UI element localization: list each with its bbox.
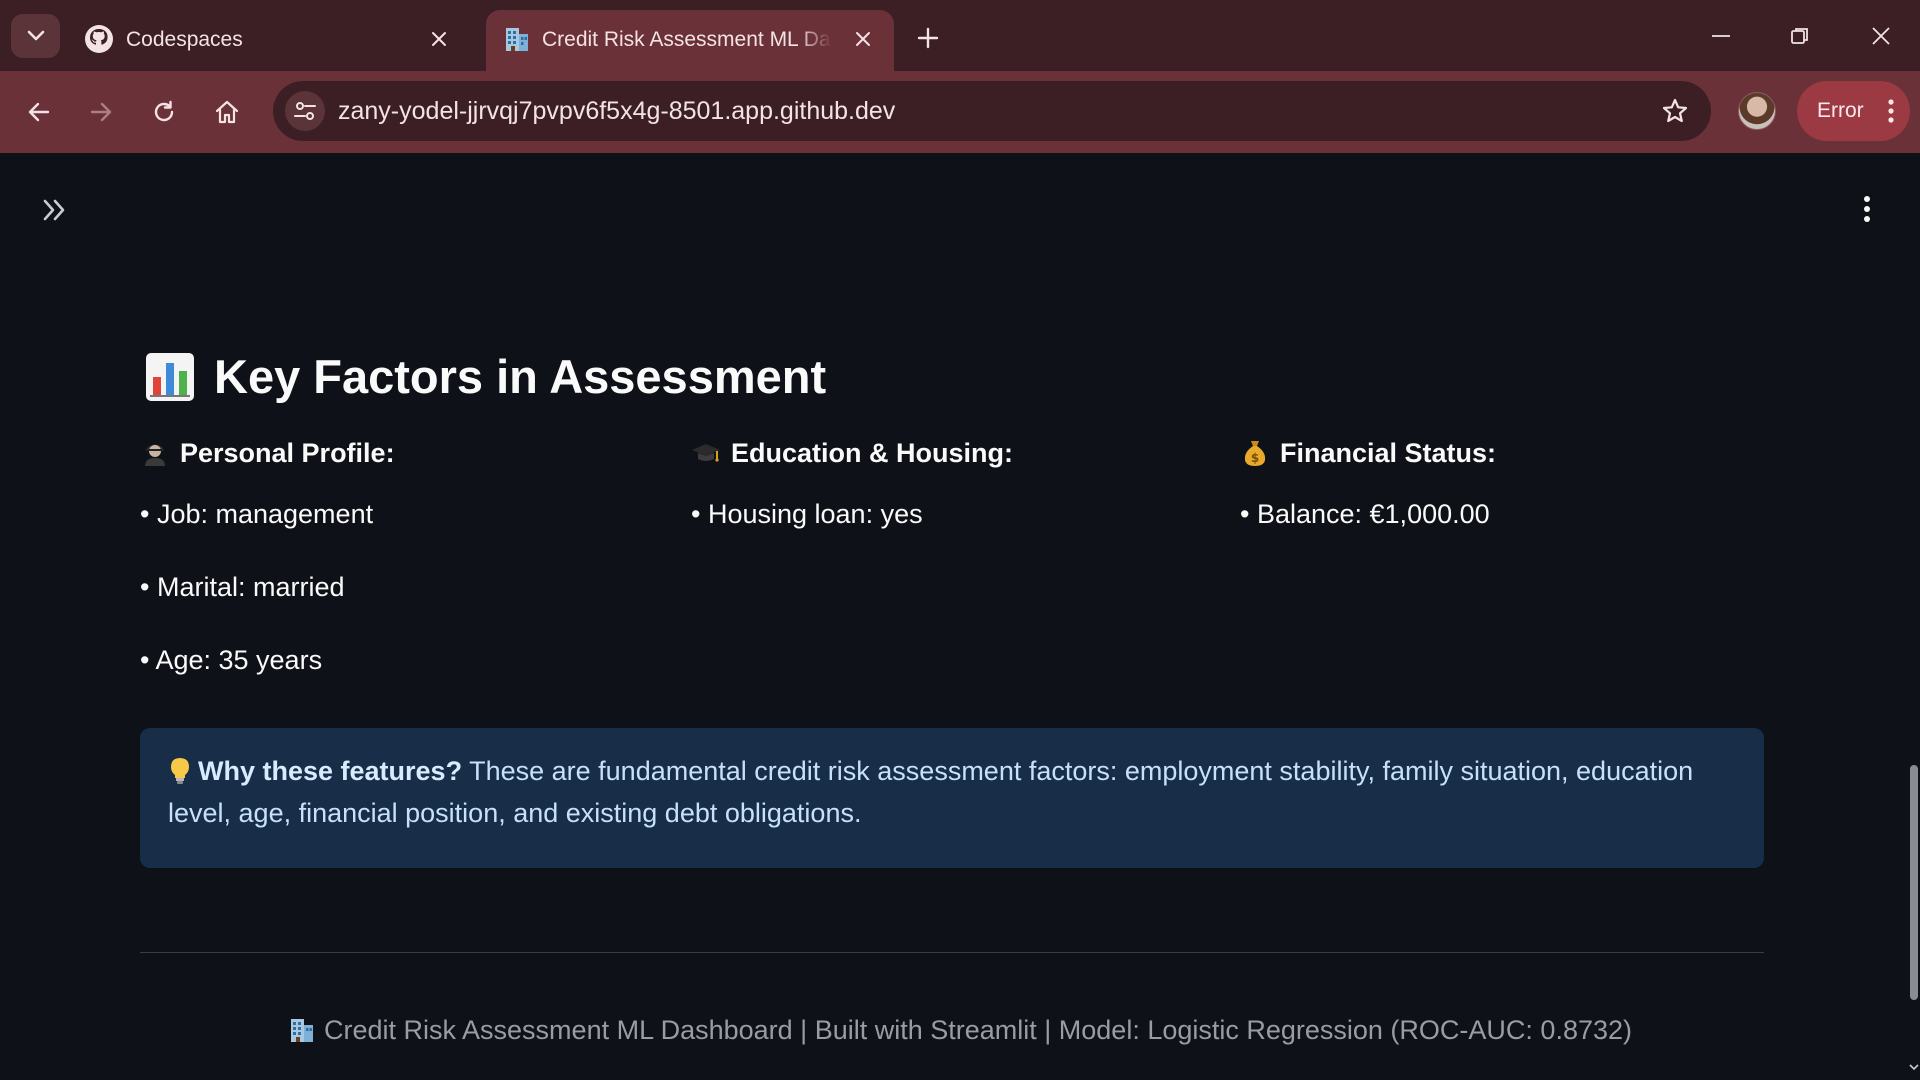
close-icon[interactable] xyxy=(426,26,452,52)
section-title-text: Key Factors in Assessment xyxy=(214,350,827,403)
footer: Credit Risk Assessment ML Dashboard | Bu… xyxy=(0,1015,1920,1046)
chevron-down-icon xyxy=(27,30,44,41)
factor-job: • Job: management xyxy=(140,499,374,529)
arrow-right-icon xyxy=(90,102,112,122)
scroll-down-icon[interactable] xyxy=(1909,1062,1919,1072)
sidebar-expand-button[interactable] xyxy=(36,191,74,229)
close-icon[interactable] xyxy=(850,26,876,52)
address-bar[interactable]: zany-yodel-jjrvqj7pvpv6f5x4g-8501.app.gi… xyxy=(273,81,1711,141)
app-main-menu-button[interactable] xyxy=(1850,189,1884,229)
column-financial-status: $ Financial Status: • Balance: €1,000.00 xyxy=(1240,433,1760,530)
column-heading-text: Personal Profile: xyxy=(180,437,395,468)
factor-marital: • Marital: married xyxy=(140,572,345,602)
more-vertical-icon xyxy=(1864,196,1870,222)
factor-balance: • Balance: €1,000.00 xyxy=(1240,499,1490,529)
money-bag-icon: $ xyxy=(1240,438,1270,468)
profile-avatar[interactable] xyxy=(1738,92,1776,130)
scrollbar-thumb[interactable] xyxy=(1910,765,1918,1000)
tab-codespaces[interactable]: Codespaces xyxy=(70,10,470,71)
close-window-button[interactable] xyxy=(1861,18,1901,54)
bar-chart-icon xyxy=(146,352,194,401)
home-button[interactable] xyxy=(206,91,248,133)
factor-housing-loan: • Housing loan: yes xyxy=(691,499,923,529)
tab-search-button[interactable] xyxy=(11,14,60,58)
column-education-housing: Education & Housing: • Housing loan: yes xyxy=(691,433,1211,530)
close-icon xyxy=(1872,27,1890,45)
lightbulb-icon xyxy=(171,758,189,784)
minimize-button[interactable] xyxy=(1701,18,1741,54)
column-heading-text: Education & Housing: xyxy=(731,437,1013,468)
column-heading-text: Financial Status: xyxy=(1280,437,1497,468)
url-text: zany-yodel-jjrvqj7pvpv6f5x4g-8501.app.gi… xyxy=(338,97,896,125)
app-main: Key Factors in Assessment Personal Profi… xyxy=(0,153,1920,1080)
info-callout-bold: Why these features? xyxy=(198,756,463,786)
graduation-cap-icon xyxy=(691,438,721,468)
new-tab-button[interactable] xyxy=(912,22,944,54)
reload-button[interactable] xyxy=(143,91,185,133)
error-label: Error xyxy=(1817,99,1864,122)
forward-button[interactable] xyxy=(80,91,122,133)
tab-credit-risk-dashboard[interactable]: Credit Risk Assessment ML Dashboard xyxy=(486,10,894,71)
divider xyxy=(140,952,1764,953)
person-icon xyxy=(140,438,170,468)
browser-toolbar: zany-yodel-jjrvqj7pvpv6f5x4g-8501.app.gi… xyxy=(0,71,1920,153)
restore-button[interactable] xyxy=(1780,18,1820,54)
factor-age: • Age: 35 years xyxy=(140,645,323,675)
arrow-left-icon xyxy=(28,102,50,122)
column-personal-profile: Personal Profile: • Job: management • Ma… xyxy=(140,433,660,676)
more-vertical-icon xyxy=(1886,97,1896,125)
reload-icon xyxy=(154,100,174,122)
site-info-button[interactable] xyxy=(285,91,325,131)
tab-title: Credit Risk Assessment ML Dashboard xyxy=(542,28,832,51)
github-icon xyxy=(84,24,114,54)
bookmark-button[interactable] xyxy=(1659,95,1691,127)
browser-tab-strip: Codespaces Credit Risk Assessment ML Das… xyxy=(0,0,1920,71)
office-building-icon xyxy=(502,24,532,54)
section-title: Key Factors in Assessment xyxy=(144,349,826,404)
restore-icon xyxy=(1791,28,1808,44)
svg-text:$: $ xyxy=(1251,451,1259,465)
double-chevron-right-icon xyxy=(43,199,65,221)
column-heading: Education & Housing: xyxy=(691,433,1211,473)
tab-title: Codespaces xyxy=(126,28,243,51)
plus-icon xyxy=(917,27,939,49)
error-menu-button[interactable]: Error xyxy=(1797,81,1910,141)
footer-text: Credit Risk Assessment ML Dashboard | Bu… xyxy=(324,1015,1632,1045)
home-icon xyxy=(215,100,239,124)
column-heading: Personal Profile: xyxy=(140,433,660,473)
tune-icon xyxy=(294,102,316,120)
office-building-icon xyxy=(291,1019,313,1042)
info-callout: Why these features? These are fundamenta… xyxy=(140,728,1764,868)
back-button[interactable] xyxy=(18,91,60,133)
star-icon xyxy=(1662,98,1688,123)
minimize-icon xyxy=(1712,35,1730,37)
column-heading: $ Financial Status: xyxy=(1240,433,1760,473)
